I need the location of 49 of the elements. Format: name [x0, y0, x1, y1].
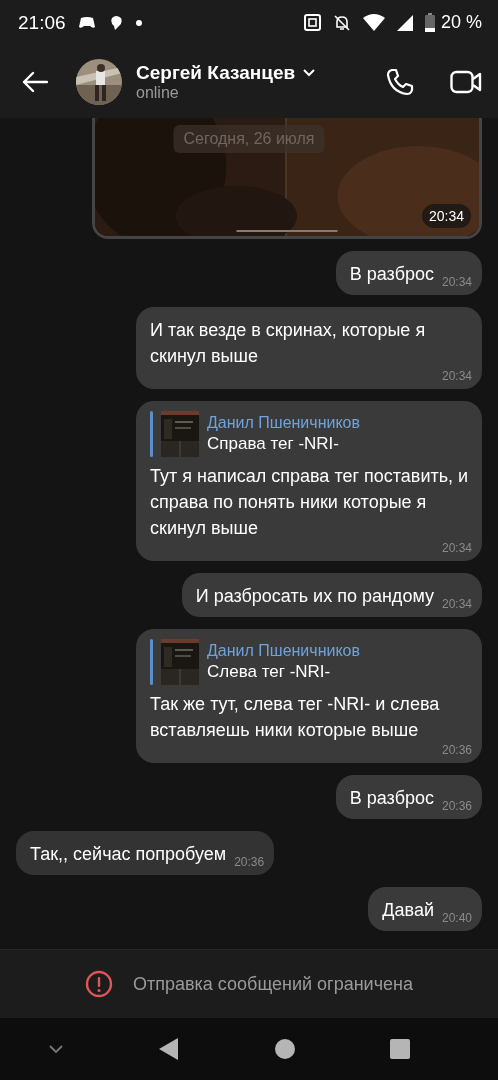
message-time: 20:36 [440, 799, 472, 813]
battery-icon [424, 13, 435, 32]
game-controller-icon [77, 15, 96, 30]
back-arrow-icon[interactable] [22, 70, 48, 93]
message-bubble[interactable]: И так везде в скринах, которые я скинул выше 20:34 [136, 307, 482, 389]
phone-icon[interactable] [386, 67, 414, 96]
date-label: Сегодня, 26 июля [173, 125, 325, 153]
video-camera-icon[interactable] [450, 69, 482, 94]
message-bubble[interactable]: Данил Пшеничников Справа тег -NRI- Тут я написал справа тег поставить, и справа по понять ники которые я скинул выше 20:34 [136, 401, 482, 561]
message-bubble[interactable]: Давай 20:40 [368, 887, 482, 931]
message-bubble[interactable]: Так,, сейчас попробуем 20:36 [16, 831, 275, 875]
message-time: 20:40 [440, 911, 472, 925]
message-bubble[interactable]: И разбросать их по рандому 20:34 [181, 573, 482, 617]
dot-icon [135, 19, 142, 26]
reply-text: Справа тег -NRI- [207, 434, 340, 454]
message-time: 20:34 [421, 204, 471, 228]
restriction-notice: Отправка сообщений ограничена [133, 973, 413, 995]
back-icon[interactable] [159, 1038, 180, 1060]
message-time: 20:34 [440, 369, 472, 383]
message-text: Тут я написал справа тег поставить, и справа по понять ники которые я скинул выше [150, 465, 470, 540]
message-time: 20:34 [440, 541, 472, 555]
warning-icon [85, 970, 113, 998]
nfc-icon [303, 14, 321, 31]
reply-author: Данил Пшеничников [207, 414, 360, 432]
contact-status: online [136, 83, 180, 102]
reply-text: Слева тег -NRI- [207, 662, 332, 682]
message-text: В разброс [349, 787, 434, 810]
battery-level: 20 % [440, 12, 482, 33]
message-text: Так же тут, слева тег -NRI- и слева вставляешь ники которые выше [150, 693, 441, 742]
message-time: 20:36 [233, 855, 265, 869]
wifi-icon [362, 14, 385, 31]
message-bubble[interactable]: Данил Пшеничников Слева тег -NRI- Так же тут, слева тег -NRI- и слева вставляешь ники которые выше 20:36 [136, 629, 482, 763]
message-time: 20:34 [440, 597, 472, 611]
message-text: Давай [382, 899, 434, 922]
message-text: Так,, сейчас попробуем [30, 843, 227, 866]
message-bubble[interactable]: В разброс 20:36 [335, 775, 482, 819]
reply-author: Данил Пшеничников [207, 642, 360, 660]
contact-name[interactable]: Сергей Казанцев [136, 61, 296, 84]
home-icon[interactable] [274, 1039, 295, 1059]
message-time: 20:34 [440, 275, 472, 289]
message-bubble[interactable]: В разброс 20:34 [335, 251, 482, 295]
signal-icon [396, 14, 413, 31]
message-text: И так везде в скринах, которые я скинул выше [150, 319, 427, 368]
clock: 21:06 [18, 11, 66, 34]
bell-off-icon [332, 13, 351, 32]
message-text: В разброс [349, 263, 434, 286]
message-text: И разбросать их по рандому [195, 585, 434, 608]
message-time: 20:36 [440, 743, 472, 757]
recents-icon[interactable] [390, 1039, 411, 1059]
